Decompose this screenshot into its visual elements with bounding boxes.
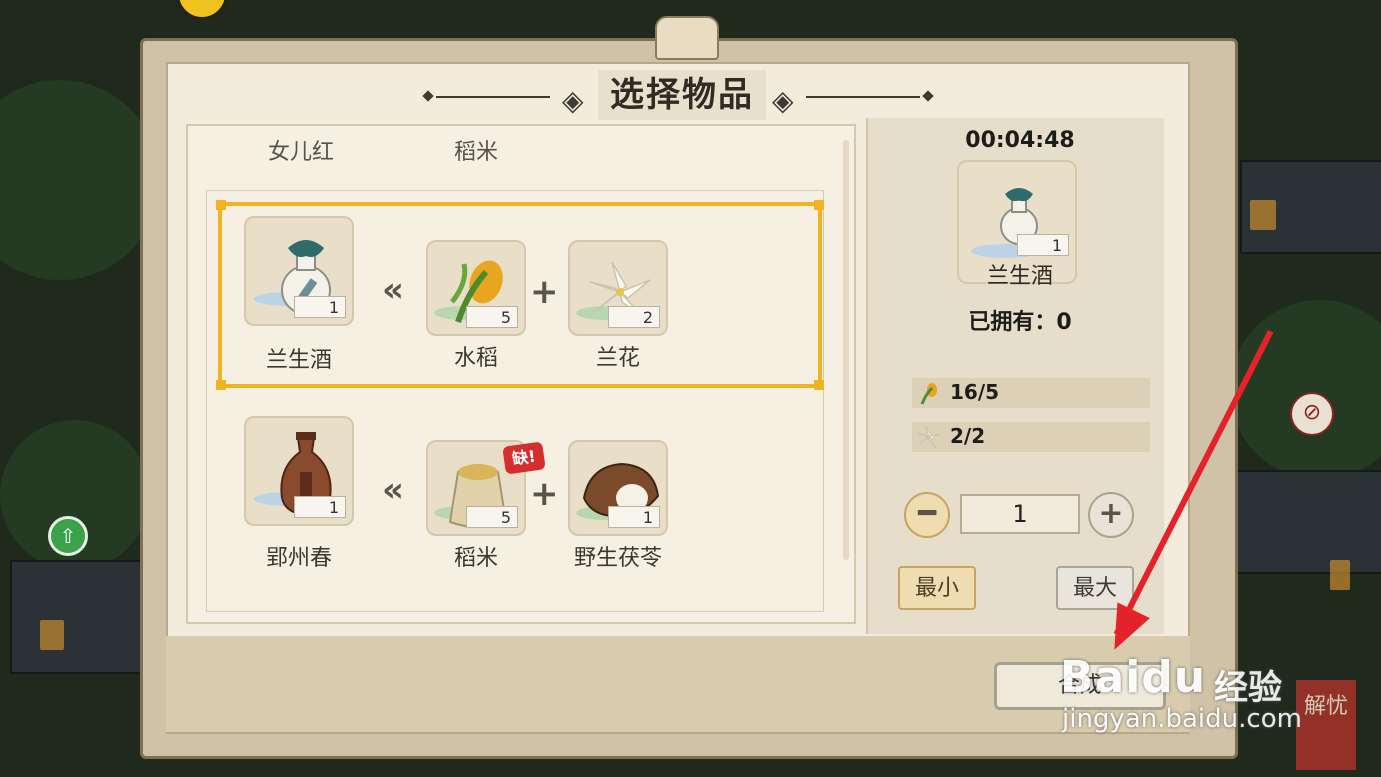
side-banner[interactable]: 解忧 [1296,680,1356,770]
item-count: 1 [294,296,346,318]
item-name: 兰花 [595,346,640,371]
missing-badge: 缺! [502,441,546,475]
requirement-text: 16/5 [950,380,1000,404]
dialog-title: 选择物品 [598,70,766,120]
chevron-left-icon: « [382,270,404,310]
quantity-field[interactable]: 1 [960,494,1080,534]
increase-quantity-button[interactable]: + [1088,492,1134,538]
decrease-quantity-button[interactable]: ━ [904,492,950,538]
item-name: 野生茯苓 [573,546,662,571]
requirement-row: 2/2 [912,422,1150,452]
item-name: 稻米 [453,546,498,571]
plus-icon: + [530,474,559,514]
owned-count: 已拥有：0 [968,310,1072,335]
recipe-list-scrollbar[interactable] [843,140,849,560]
title-rule-left [436,96,550,98]
rice-plant-icon [920,383,937,405]
chevron-left-icon: « [382,470,404,510]
min-quantity-button[interactable]: 最小 [898,566,976,610]
plus-icon: + [530,272,559,312]
ingredient-slot[interactable]: 2 兰花 [568,240,678,371]
upgrade-arrow-icon[interactable]: ⇧ [48,516,88,556]
partial-item-label: 女儿红 [268,140,335,164]
requirement-row: 16/5 [912,378,1150,408]
no-entry-icon[interactable]: ⊘ [1290,392,1334,436]
watermark-brand: Baidu [1060,652,1207,703]
max-quantity-button[interactable]: 最大 [1056,566,1134,610]
recipe-result-slot[interactable]: 1 兰生酒 [244,216,354,373]
title-ornament-right: ◈ [772,84,794,117]
requirement-text: 2/2 [950,424,986,448]
title-ornament-left: ◈ [562,84,584,117]
title-rule-right [806,96,920,98]
recipe-result-slot[interactable]: 1 郢州春 [244,416,354,571]
selected-item-name: 兰生酒 [986,264,1053,289]
ingredient-slot[interactable]: 5 水稻 [426,240,536,371]
item-count: 1 [1017,234,1069,256]
craft-timer: 00:04:48 [965,128,1075,153]
item-count: 1 [294,496,346,518]
item-name: 兰生酒 [265,348,332,373]
item-count: 5 [466,506,518,528]
item-count: 1 [608,506,660,528]
partial-item-label: 稻米 [454,140,499,164]
orchid-flower-icon [917,425,941,449]
watermark-cn: 经验 [1214,668,1282,708]
item-count: 5 [466,306,518,328]
item-name: 郢州春 [265,546,332,571]
ingredient-slot[interactable]: 1 野生茯苓 [568,440,678,571]
item-count: 2 [608,306,660,328]
watermark-url: jingyan.baidu.com [1062,704,1302,734]
item-name: 水稻 [453,346,498,371]
frame-knot-ornament [655,16,719,60]
